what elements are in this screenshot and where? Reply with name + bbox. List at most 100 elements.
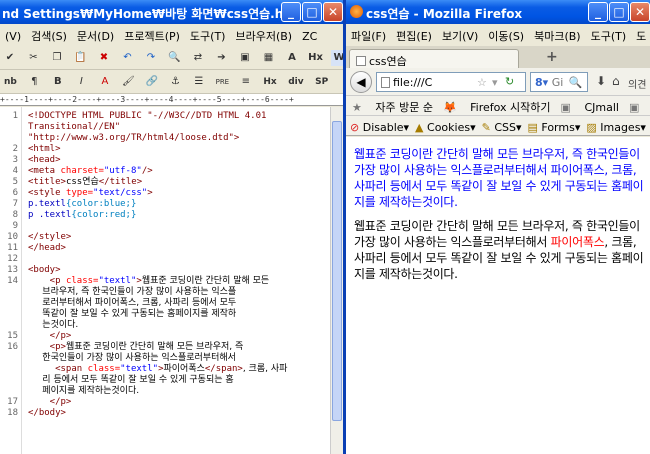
menu-item[interactable]: 보기(V) [437, 24, 483, 44]
firefox-logo-icon [350, 5, 363, 18]
menu-item[interactable]: 검색(S) [26, 24, 72, 44]
delete-icon[interactable]: ✖ [96, 50, 112, 66]
code-token: "text/css" [93, 188, 148, 198]
copy-icon[interactable]: ❐ [49, 50, 65, 66]
list-icon[interactable]: ☰ [191, 74, 207, 90]
spellcheck-icon[interactable]: ✔ [2, 50, 18, 66]
devbar-item[interactable]: ▲ Cookies▾ [415, 121, 476, 134]
ff-maximize-button[interactable]: □ [609, 2, 629, 22]
pre-icon[interactable]: PRE [214, 74, 230, 90]
firefox-titlebar[interactable]: css연습 - Mozilla Firefox _ □ ✕ [346, 0, 650, 24]
undo-icon[interactable]: ↶ [120, 50, 136, 66]
line-number: 1 [12, 111, 18, 121]
table-icon[interactable]: ▦ [261, 50, 277, 66]
nbsp-button[interactable]: nb [2, 74, 19, 90]
code-line: 한국인들이 가장 많이 사용하는 익스플로러부터해서 [28, 353, 236, 364]
menu-item[interactable]: 편집(E) [391, 24, 437, 44]
close-button[interactable]: ✕ [323, 2, 343, 22]
devbar-icon: ▨ [586, 121, 601, 134]
search-engine-icon[interactable]: 8▾ [535, 76, 548, 89]
line-number: 14 [7, 276, 18, 286]
bookmark-item[interactable]: ★ 자주 방문 순 [352, 101, 433, 114]
menu-item[interactable]: 브라우저(B) [230, 24, 297, 44]
italic-icon[interactable]: I [73, 74, 89, 90]
anchor-icon[interactable]: ⚓ [167, 74, 183, 90]
devbar-item[interactable]: ▨ Images▾ [586, 121, 646, 134]
bold-icon[interactable]: B [50, 74, 66, 90]
editor-titlebar[interactable]: nd Settings₩MyHome₩바탕 화면₩css연습.html •...… [0, 0, 343, 24]
menu-item[interactable]: 프로젝트(P) [119, 24, 185, 44]
paste-icon[interactable]: 📋 [73, 50, 89, 66]
word-icon[interactable]: W [331, 50, 343, 66]
ff-close-button[interactable]: ✕ [630, 2, 650, 22]
code-token: <span [28, 364, 88, 374]
line-number-gutter: 1 2 3 4 5 6 7 8 9 10 11 12 13 14 15 16 17 18 [0, 107, 22, 454]
editor-menubar: (V) 검색(S) 문서(D) 프로젝트(P) 도구(T) 브라우저(B) ZC [0, 24, 343, 46]
devbar-item[interactable]: ⊘ Disable▾ [350, 121, 409, 134]
menu-item[interactable]: (V) [0, 26, 26, 43]
replace-icon[interactable]: ⇄ [190, 50, 206, 66]
line-number: 11 [7, 243, 18, 253]
download-icon[interactable]: ⬇ [596, 74, 606, 88]
image-icon[interactable]: ▣ [237, 50, 253, 66]
scroll-thumb[interactable] [332, 121, 342, 421]
heading-button[interactable]: Hx [261, 74, 278, 90]
menu-item[interactable]: 문서(D) [72, 24, 119, 44]
code-token: <html> [28, 144, 61, 154]
line-number: 7 [12, 199, 18, 209]
search-box[interactable]: 8▾ Gi 🔍 [530, 72, 588, 92]
pilcrow-button[interactable]: ¶ [26, 74, 42, 90]
search-icon[interactable]: 🔍 [569, 76, 583, 89]
menu-item[interactable]: 이동(S) [483, 24, 529, 44]
reload-icon[interactable]: ↻ [505, 75, 514, 88]
menu-item[interactable]: 도 [631, 24, 650, 44]
find-icon[interactable]: 🔍 [167, 50, 183, 66]
redo-icon[interactable]: ↷ [143, 50, 159, 66]
bookmark-icon: ▣ [560, 101, 575, 114]
menu-item[interactable]: 북마크(B) [529, 24, 586, 44]
back-button[interactable]: ◀ [350, 71, 372, 93]
code-line: p .textl{color:red;} [28, 210, 136, 221]
ff-minimize-button[interactable]: _ [588, 2, 608, 22]
tab-css[interactable]: css연습 [349, 49, 519, 68]
bookmark-item[interactable]: ▣ CJmall [561, 101, 619, 114]
code-editor[interactable]: 1 2 3 4 5 6 7 8 9 10 11 12 13 14 15 16 17 18 <!DOCTYPE HT… [0, 107, 330, 454]
align-icon[interactable]: ≡ [238, 74, 254, 90]
code-line: 는것이다. [28, 320, 78, 331]
link-icon[interactable]: 🔗 [144, 74, 160, 90]
goto-icon[interactable]: ➔ [214, 50, 230, 66]
minimize-button[interactable]: _ [281, 2, 301, 22]
menu-item[interactable]: 도구(T) [185, 24, 231, 44]
devbar-icon: ✎ [481, 121, 495, 134]
devbar-item[interactable]: ▤ Forms▾ [528, 121, 581, 134]
maximize-button[interactable]: □ [302, 2, 322, 22]
feedback-link[interactable]: 의견 보내 [628, 76, 650, 91]
editor-scrollbar[interactable] [330, 107, 343, 454]
brush-icon[interactable]: 🖌 [120, 74, 136, 90]
div-button[interactable]: div [286, 74, 305, 90]
devbar-item[interactable]: ✎ CSS▾ [482, 121, 522, 134]
font-icon[interactable]: A [284, 50, 300, 66]
code-token: {color:blue;} [65, 199, 137, 209]
new-tab-button[interactable]: + [546, 49, 558, 65]
menu-item[interactable]: 도구(T) [586, 24, 632, 44]
code-token: p.textl [28, 199, 66, 209]
menu-item[interactable]: 파일(F) [346, 24, 391, 44]
url-bar[interactable]: file:///C ☆ ▾ ↻ [376, 72, 526, 92]
color-icon[interactable]: A [97, 74, 113, 90]
url-text: file:///C [393, 76, 433, 89]
code-token: </p> [28, 331, 72, 341]
heading-icon[interactable]: Hx [308, 50, 324, 66]
code-token: /> [141, 166, 153, 176]
bookmark-item[interactable]: ▣ ESM [629, 101, 650, 114]
code-line: <p class="textl">웹표준 코딩이란 간단히 말해 모든 [28, 276, 270, 287]
home-icon[interactable]: ⌂ [612, 74, 620, 88]
tab-strip: css연습 + [346, 46, 650, 68]
bookmark-item[interactable]: 🦊 Firefox 시작하기 [443, 101, 551, 114]
dropdown-icon[interactable]: ▾ [492, 76, 498, 89]
star-icon[interactable]: ☆ [477, 76, 487, 89]
code-token: , 크롬, 사파 [242, 364, 288, 374]
menu-item[interactable]: ZC [297, 26, 322, 43]
cut-icon[interactable]: ✂ [26, 50, 42, 66]
sp-button[interactable]: SP [313, 74, 330, 90]
